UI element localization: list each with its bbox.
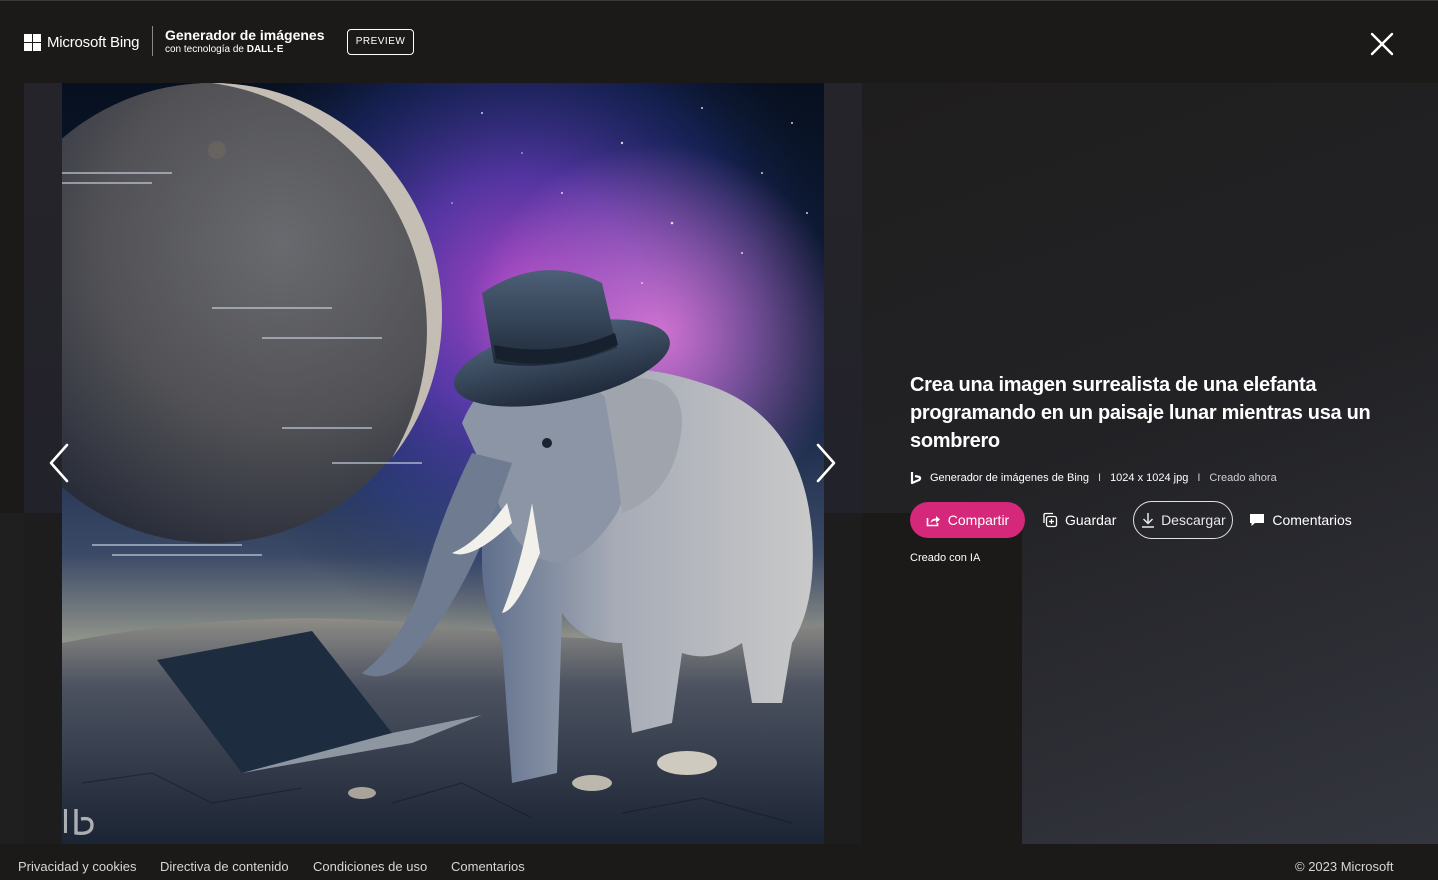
download-button[interactable]: Descargar <box>1133 501 1234 539</box>
footer-link-terms[interactable]: Condiciones de uso <box>313 859 427 875</box>
image-metadata: Generador de imágenes de Bing I 1024 x 1… <box>910 470 1277 486</box>
meta-separator: I <box>1197 472 1201 484</box>
elephant-moon-illustration <box>62 83 824 844</box>
brand-name[interactable]: Microsoft Bing <box>47 33 139 52</box>
product-title: Generador de imágenes <box>165 27 325 43</box>
header: Microsoft Bing Generador de imágenes con… <box>0 1 1438 83</box>
microsoft-logo-icon[interactable] <box>24 34 41 51</box>
footer-link-content-policy[interactable]: Directiva de contenido <box>160 859 289 875</box>
meta-separator: I <box>1098 472 1102 484</box>
product-subtitle: con tecnología de DALL·E <box>165 44 283 56</box>
chevron-right-icon <box>816 443 836 483</box>
prompt-title: Crea una imagen surrealista de una elefa… <box>910 374 1371 452</box>
comments-label: Comentarios <box>1272 512 1352 528</box>
share-label: Compartir <box>947 512 1010 528</box>
product-subtitle-prefix: con tecnología de <box>165 44 244 55</box>
header-divider <box>152 26 153 56</box>
generated-image[interactable] <box>62 83 824 844</box>
copyright: © 2023 Microsoft <box>1295 859 1394 874</box>
download-icon <box>1142 513 1155 528</box>
product-subtitle-tech: DALL·E <box>246 44 284 55</box>
previous-image-button[interactable] <box>47 442 71 484</box>
share-button[interactable]: Compartir <box>910 502 1025 538</box>
save-button[interactable]: Guardar <box>1042 502 1116 538</box>
ai-created-note: Creado con IA <box>910 552 981 564</box>
preview-badge: PREVIEW <box>347 29 414 55</box>
save-label: Guardar <box>1065 512 1117 528</box>
footer-link-privacy[interactable]: Privacidad y cookies <box>18 859 137 875</box>
close-button[interactable] <box>1369 31 1395 57</box>
next-image-button[interactable] <box>814 442 838 484</box>
download-label: Descargar <box>1161 512 1226 528</box>
save-collection-icon <box>1043 512 1058 528</box>
action-bar: Compartir Guardar Descargar Comentarios <box>910 501 1352 539</box>
bing-logo-icon <box>910 472 922 485</box>
share-icon <box>926 515 940 526</box>
footer-link-feedback[interactable]: Comentarios <box>451 859 525 875</box>
comment-icon <box>1250 514 1265 526</box>
image-source[interactable]: Generador de imágenes de Bing <box>930 470 1089 486</box>
image-dimensions: 1024 x 1024 jpg <box>1110 472 1189 484</box>
chevron-left-icon <box>49 443 69 483</box>
close-icon <box>1370 32 1394 56</box>
footer: Privacidad y cookies Directiva de conten… <box>0 844 1438 880</box>
created-time: Creado ahora <box>1209 472 1277 484</box>
comments-button[interactable]: Comentarios <box>1249 502 1352 538</box>
